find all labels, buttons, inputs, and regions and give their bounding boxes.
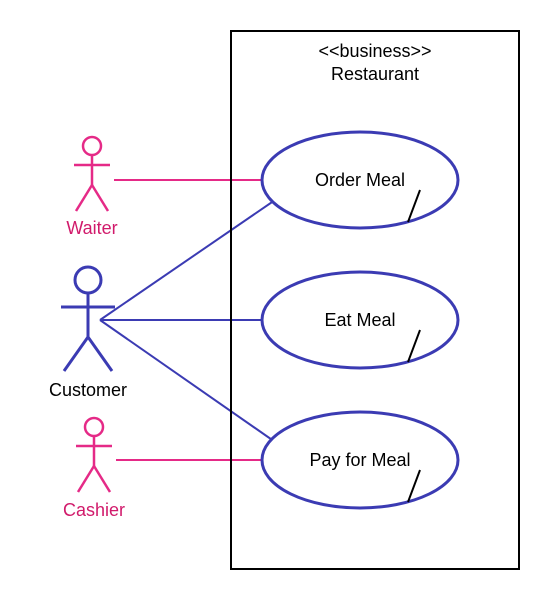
actor-waiter	[70, 135, 114, 213]
stick-figure-icon	[72, 416, 116, 494]
stick-figure-icon	[56, 265, 120, 375]
actor-cashier	[72, 416, 116, 494]
actor-customer	[56, 265, 120, 375]
usecase-pay: Pay for Meal	[260, 410, 460, 510]
usecase-eat: Eat Meal	[260, 270, 460, 370]
system-name: Restaurant	[232, 63, 518, 86]
actor-cashier-label: Cashier	[24, 500, 164, 521]
system-stereotype: <<business>>	[232, 40, 518, 63]
system-title: <<business>> Restaurant	[232, 40, 518, 87]
use-case-diagram: <<business>> Restaurant Order Meal Eat M…	[0, 0, 550, 599]
stick-figure-icon	[70, 135, 114, 213]
actor-waiter-label: Waiter	[22, 218, 162, 239]
usecase-order: Order Meal	[260, 130, 460, 230]
actor-customer-label: Customer	[18, 380, 158, 401]
